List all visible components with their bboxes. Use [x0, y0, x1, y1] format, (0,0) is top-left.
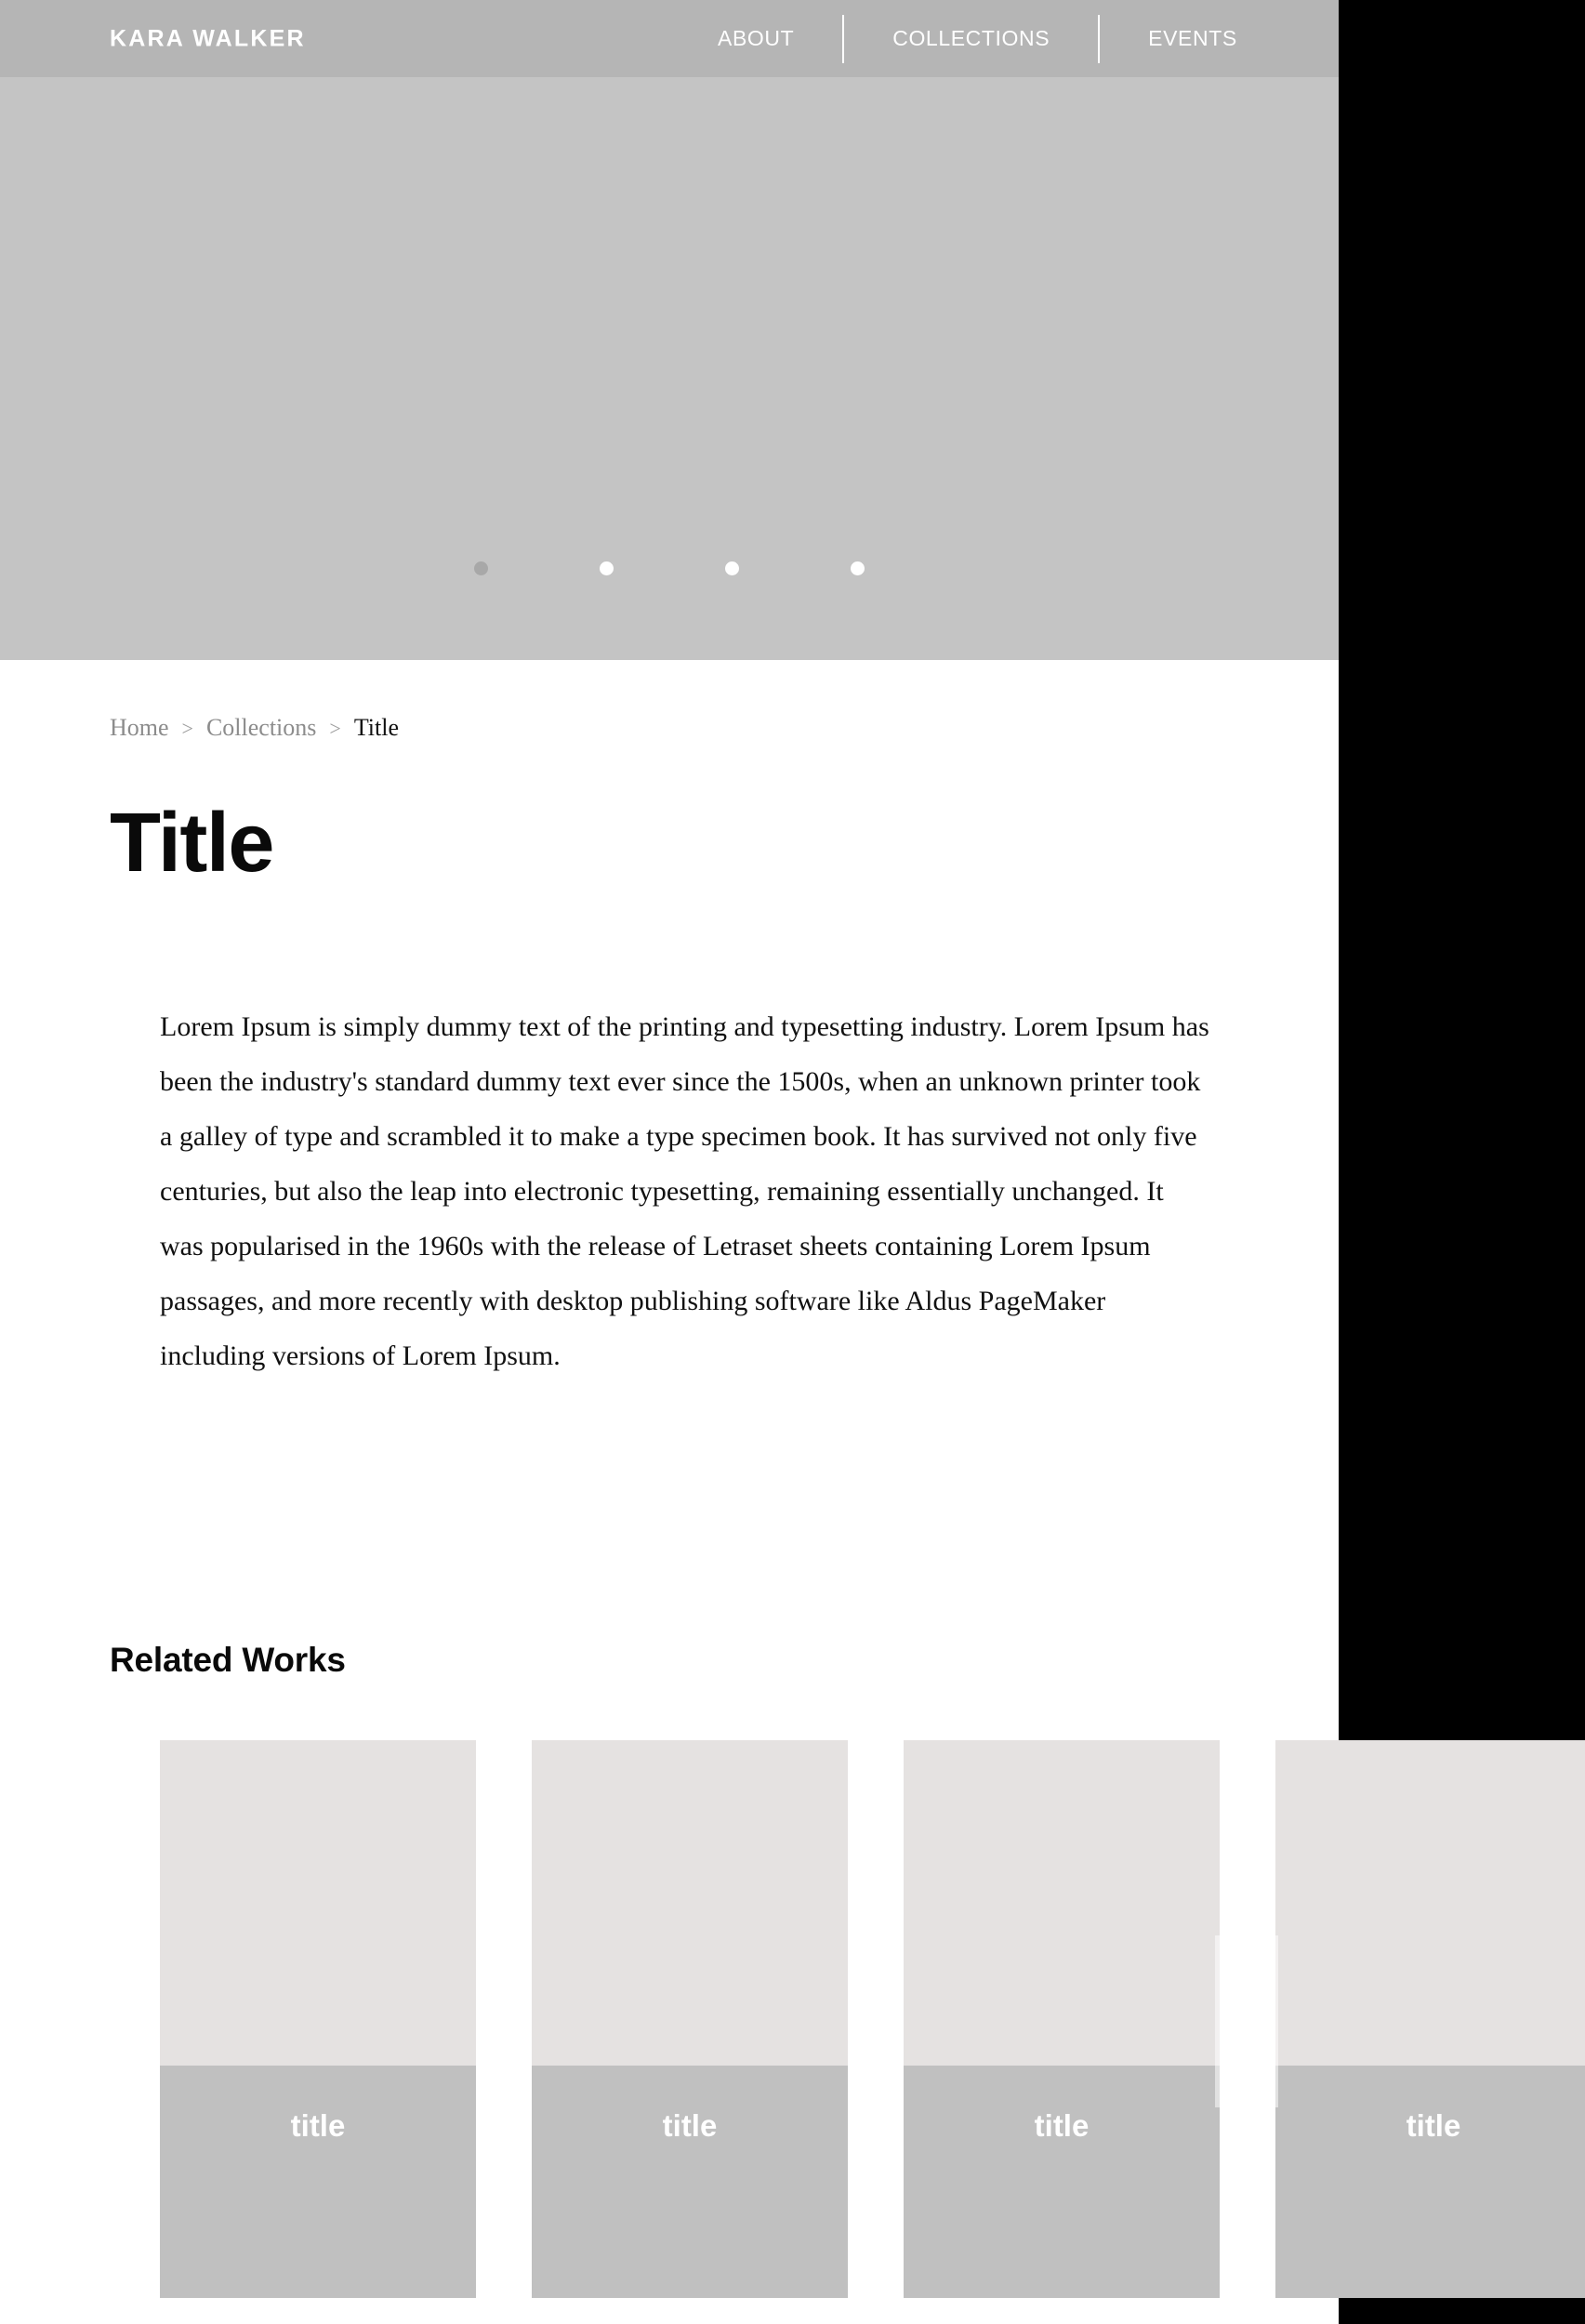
breadcrumb: Home > Collections > Title	[110, 714, 399, 742]
work-card-title: title	[1275, 2066, 1585, 2298]
page-canvas: KARA WALKER ABOUT COLLECTIONS EVENTS Hom…	[0, 0, 1585, 2324]
related-work-card[interactable]: title	[532, 1740, 848, 2298]
work-thumbnail	[1275, 1740, 1585, 2066]
carousel-dot-4[interactable]	[851, 561, 865, 575]
work-thumbnail	[904, 1740, 1220, 2066]
carousel-dots	[0, 561, 1339, 575]
work-thumbnail	[160, 1740, 476, 2066]
related-work-card[interactable]: title	[1275, 1740, 1585, 2298]
arrow-right-icon	[1226, 2010, 1265, 2033]
nav-item-collections[interactable]: COLLECTIONS	[844, 28, 1098, 49]
carousel-next-button[interactable]	[1215, 1935, 1278, 2107]
related-work-card[interactable]: title	[904, 1740, 1220, 2298]
carousel-dot-2[interactable]	[600, 561, 614, 575]
related-work-card[interactable]: title	[160, 1740, 476, 2298]
work-card-title: title	[160, 2066, 476, 2298]
breadcrumb-item-current: Title	[353, 714, 400, 741]
carousel-dot-3[interactable]	[725, 561, 739, 575]
carousel-dot-1[interactable]	[474, 561, 488, 575]
breadcrumb-item-collections[interactable]: Collections	[206, 714, 316, 742]
related-works-carousel: title title title title	[160, 1740, 1585, 2298]
work-thumbnail	[532, 1740, 848, 2066]
main-navigation: ABOUT COLLECTIONS EVENTS	[669, 14, 1286, 63]
related-works-heading: Related Works	[110, 1641, 346, 1679]
breadcrumb-item-home[interactable]: Home	[110, 714, 169, 742]
nav-item-events[interactable]: EVENTS	[1100, 28, 1286, 49]
page-title: Title	[110, 797, 274, 890]
breadcrumb-separator: >	[329, 717, 341, 740]
site-header: KARA WALKER ABOUT COLLECTIONS EVENTS	[0, 0, 1339, 77]
nav-item-about[interactable]: ABOUT	[669, 28, 842, 49]
work-card-title: title	[904, 2066, 1220, 2298]
breadcrumb-separator: >	[181, 717, 193, 740]
site-logo[interactable]: KARA WALKER	[110, 25, 306, 52]
work-card-title: title	[532, 2066, 848, 2298]
article-body: Lorem Ipsum is simply dummy text of the …	[160, 1011, 1209, 1371]
hero-carousel[interactable]	[0, 77, 1339, 660]
